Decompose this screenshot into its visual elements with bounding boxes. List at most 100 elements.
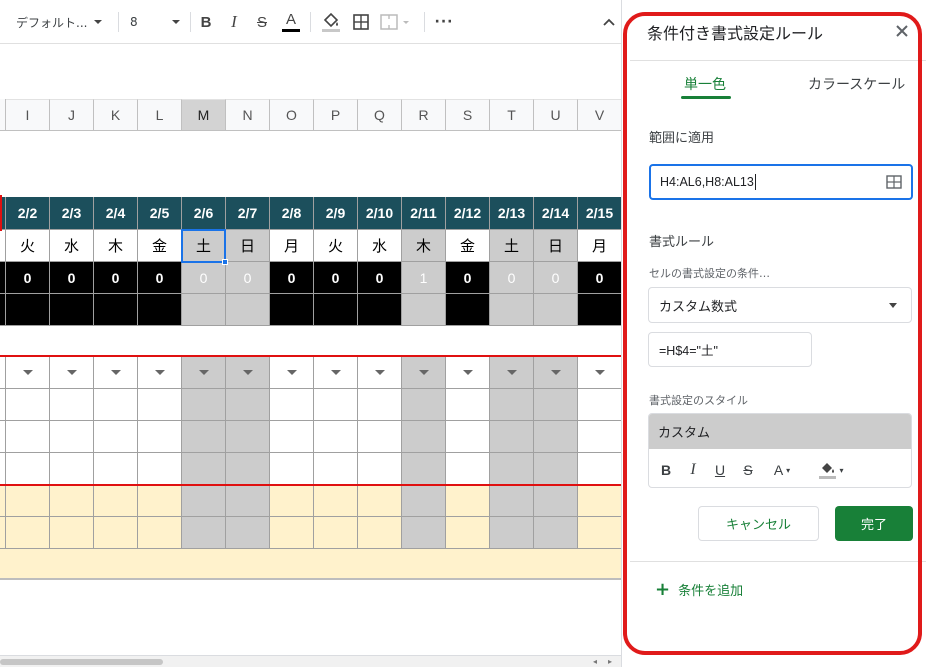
scroll-left-icon[interactable]: ◂	[589, 657, 601, 667]
date-cell[interactable]: 2/15	[578, 197, 621, 230]
count-cell[interactable]: 0	[446, 262, 490, 294]
date-cell[interactable]: 2/3	[50, 197, 94, 230]
date-cell[interactable]: 2/5	[138, 197, 182, 230]
table-cell[interactable]	[94, 517, 138, 549]
apply-range-input[interactable]: H4:AL6,H8:AL13	[649, 164, 913, 200]
dropdown-arrow-icon[interactable]	[594, 370, 605, 375]
font-size-select[interactable]: 8	[130, 12, 182, 32]
column-header-l[interactable]: L	[138, 99, 182, 131]
dropdown-arrow-icon[interactable]	[462, 370, 473, 375]
table-cell[interactable]	[6, 389, 50, 421]
table-cell[interactable]	[182, 453, 226, 485]
table-cell[interactable]	[270, 485, 314, 517]
table-cell[interactable]	[50, 453, 94, 485]
table-cell[interactable]	[534, 517, 578, 549]
font-family-select[interactable]: デフォルト...	[16, 12, 106, 32]
dropdown-cell[interactable]	[94, 357, 138, 389]
table-cell[interactable]	[490, 517, 534, 549]
table-cell[interactable]	[314, 485, 358, 517]
count-cell[interactable]: 0	[50, 262, 94, 294]
table-cell[interactable]	[534, 389, 578, 421]
dropdown-arrow-icon[interactable]	[286, 370, 297, 375]
weekday-cell[interactable]: 火	[6, 230, 50, 262]
table-cell[interactable]	[358, 453, 402, 485]
dropdown-cell[interactable]	[534, 357, 578, 389]
table-cell[interactable]	[226, 294, 270, 326]
date-cell[interactable]: 2/11	[402, 197, 446, 230]
table-cell[interactable]	[138, 421, 182, 453]
table-cell[interactable]	[358, 294, 402, 326]
dropdown-cell[interactable]	[270, 357, 314, 389]
table-cell[interactable]	[402, 453, 446, 485]
count-cell[interactable]: 0	[6, 262, 50, 294]
date-cell[interactable]: 2/14	[534, 197, 578, 230]
table-cell[interactable]	[490, 294, 534, 326]
table-cell[interactable]	[6, 517, 50, 549]
text-color-icon[interactable]: A ▾	[767, 460, 797, 480]
table-cell[interactable]	[446, 517, 490, 549]
bold-icon[interactable]: B	[198, 10, 214, 34]
table-cell[interactable]	[270, 453, 314, 485]
table-cell[interactable]	[138, 294, 182, 326]
column-header-h[interactable]	[0, 99, 6, 131]
count-cell[interactable]: 0	[490, 262, 534, 294]
table-cell[interactable]	[402, 294, 446, 326]
table-cell[interactable]	[578, 421, 621, 453]
table-cell[interactable]	[270, 389, 314, 421]
scroll-right-icon[interactable]: ▸	[604, 657, 616, 667]
column-header-t[interactable]: T	[490, 99, 534, 131]
dropdown-cell[interactable]	[358, 357, 402, 389]
table-cell[interactable]	[358, 517, 402, 549]
table-cell[interactable]	[314, 453, 358, 485]
scrollbar-thumb[interactable]	[0, 659, 163, 665]
column-header-p[interactable]: P	[314, 99, 358, 131]
fill-handle[interactable]	[222, 259, 228, 265]
done-button[interactable]: 完了	[835, 506, 913, 541]
underline-icon[interactable]: U	[713, 460, 727, 480]
weekday-cell[interactable]: 月	[578, 230, 621, 262]
fill-color-icon[interactable]	[320, 10, 342, 34]
table-cell[interactable]	[94, 294, 138, 326]
table-cell[interactable]	[226, 517, 270, 549]
date-cell[interactable]: 2/9	[314, 197, 358, 230]
table-cell[interactable]	[182, 389, 226, 421]
table-cell[interactable]	[6, 485, 50, 517]
dropdown-arrow-icon[interactable]	[330, 370, 341, 375]
weekday-cell[interactable]: 火	[314, 230, 358, 262]
column-header-i[interactable]: I	[6, 99, 50, 131]
date-cell[interactable]: 2/13	[490, 197, 534, 230]
add-rule-button[interactable]: + 条件を追加	[655, 580, 743, 599]
date-cell[interactable]: 2/2	[6, 197, 50, 230]
table-cell[interactable]	[314, 389, 358, 421]
weekday-cell[interactable]: 日	[534, 230, 578, 262]
table-cell[interactable]	[314, 517, 358, 549]
dropdown-arrow-icon[interactable]	[22, 370, 33, 375]
bold-icon[interactable]: B	[659, 460, 673, 480]
fill-color-icon[interactable]: ▾	[814, 460, 848, 480]
dropdown-cell[interactable]	[138, 357, 182, 389]
table-cell[interactable]	[94, 453, 138, 485]
date-cell[interactable]: 2/4	[94, 197, 138, 230]
weekday-cell[interactable]: 木	[94, 230, 138, 262]
count-cell[interactable]: 0	[578, 262, 621, 294]
table-cell[interactable]	[490, 485, 534, 517]
dropdown-arrow-icon[interactable]	[242, 370, 253, 375]
table-cell[interactable]	[94, 485, 138, 517]
dropdown-cell[interactable]	[446, 357, 490, 389]
table-cell[interactable]	[578, 453, 621, 485]
condition-select[interactable]: カスタム数式	[648, 287, 912, 323]
table-cell[interactable]	[226, 421, 270, 453]
count-cell[interactable]: 0	[270, 262, 314, 294]
dropdown-arrow-icon[interactable]	[154, 370, 165, 375]
table-cell[interactable]	[490, 453, 534, 485]
italic-icon[interactable]: I	[686, 460, 700, 480]
weekday-cell[interactable]: 金	[446, 230, 490, 262]
table-cell[interactable]	[6, 421, 50, 453]
dropdown-arrow-icon[interactable]	[506, 370, 517, 375]
table-cell[interactable]	[6, 453, 50, 485]
merge-cells-icon[interactable]	[380, 10, 410, 34]
more-icon[interactable]: ···	[435, 10, 453, 34]
weekday-cell[interactable]: 月	[270, 230, 314, 262]
date-cell[interactable]: 2/10	[358, 197, 402, 230]
table-cell[interactable]	[358, 485, 402, 517]
